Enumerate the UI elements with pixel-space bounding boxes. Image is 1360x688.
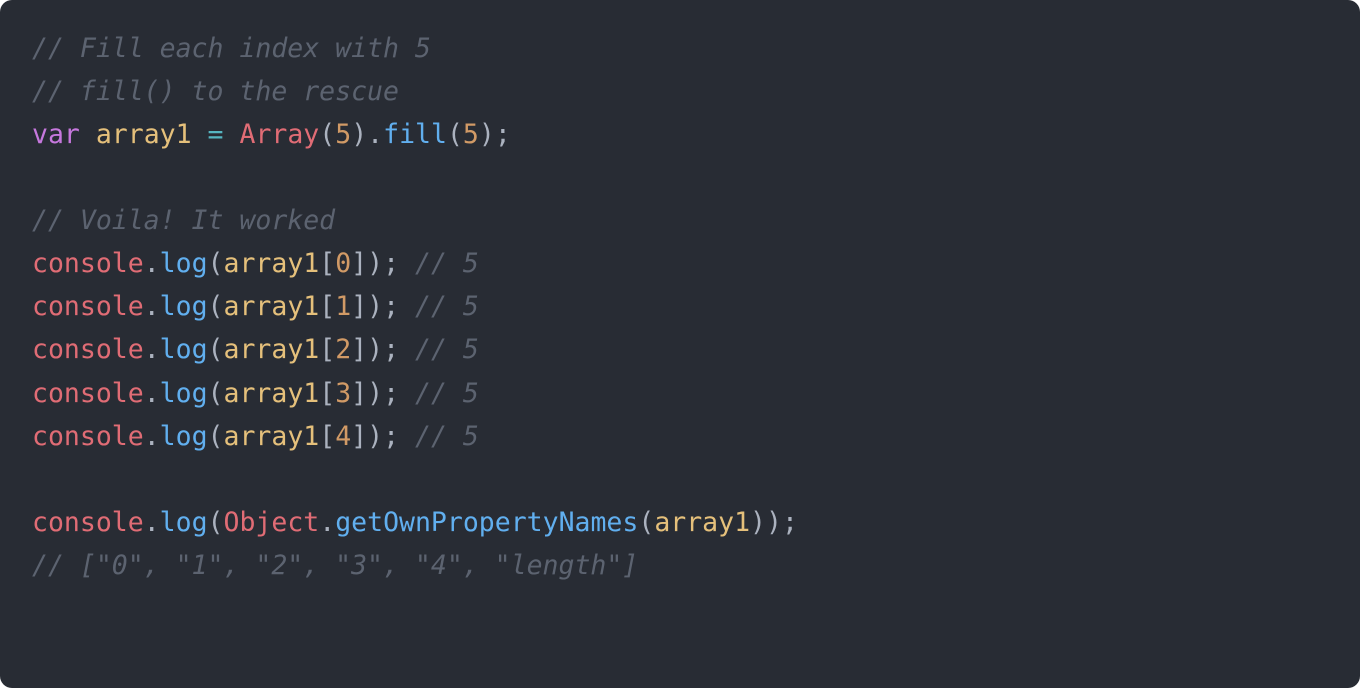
code-token: [ xyxy=(319,248,335,279)
code-token: . xyxy=(144,291,160,322)
code-token: [ xyxy=(319,291,335,322)
code-token: // ["0", "1", "2", "3", "4", "length"] xyxy=(32,550,638,581)
code-token: ( xyxy=(208,421,224,452)
code-token: . xyxy=(144,378,160,409)
code-line: console.log(Object.getOwnPropertyNames(a… xyxy=(32,507,798,538)
code-token: . xyxy=(319,507,335,538)
code-token: array1 xyxy=(224,334,320,365)
code-token: fill xyxy=(383,119,447,150)
code-token: console xyxy=(32,507,144,538)
code-token: )); xyxy=(750,507,798,538)
code-token: [ xyxy=(319,378,335,409)
code-line: console.log(array1[3]); // 5 xyxy=(32,378,479,409)
code-token: array1 xyxy=(224,291,320,322)
code-token: ( xyxy=(208,248,224,279)
code-token: ( xyxy=(208,507,224,538)
code-content: // Fill each index with 5 // fill() to t… xyxy=(32,33,798,581)
code-token: array1 xyxy=(224,378,320,409)
code-token: ( xyxy=(447,119,463,150)
code-token: console xyxy=(32,421,144,452)
code-token: // Fill each index with 5 xyxy=(32,33,431,64)
code-line: console.log(array1[1]); // 5 xyxy=(32,291,479,322)
code-block: // Fill each index with 5 // fill() to t… xyxy=(0,0,1360,688)
code-token: // 5 xyxy=(415,291,479,322)
code-token: = xyxy=(208,119,224,150)
code-token: ( xyxy=(319,119,335,150)
code-token: // 5 xyxy=(415,248,479,279)
code-token: ( xyxy=(208,291,224,322)
code-token: log xyxy=(160,421,208,452)
code-token: . xyxy=(144,248,160,279)
code-token: console xyxy=(32,291,144,322)
code-token: ( xyxy=(208,378,224,409)
code-token: . xyxy=(144,507,160,538)
code-token: [ xyxy=(319,421,335,452)
code-token xyxy=(80,119,96,150)
code-token: . xyxy=(144,421,160,452)
code-token: log xyxy=(160,291,208,322)
code-token: ]); xyxy=(351,248,415,279)
code-token: 3 xyxy=(335,378,351,409)
code-token: log xyxy=(160,334,208,365)
code-token: 1 xyxy=(335,291,351,322)
code-token: // Voila! It worked xyxy=(32,205,335,236)
code-line: // Fill each index with 5 xyxy=(32,33,431,64)
code-line: console.log(array1[2]); // 5 xyxy=(32,334,479,365)
code-token: log xyxy=(160,248,208,279)
code-line: // ["0", "1", "2", "3", "4", "length"] xyxy=(32,550,638,581)
code-token: log xyxy=(160,378,208,409)
code-token: 0 xyxy=(335,248,351,279)
code-token: array1 xyxy=(224,421,320,452)
code-token: var xyxy=(32,119,80,150)
code-token: array1 xyxy=(654,507,750,538)
code-line: var array1 = Array(5).fill(5); xyxy=(32,119,511,150)
code-token: console xyxy=(32,378,144,409)
code-token: 4 xyxy=(335,421,351,452)
code-line: console.log(array1[4]); // 5 xyxy=(32,421,479,452)
code-token: console xyxy=(32,248,144,279)
code-token: 2 xyxy=(335,334,351,365)
code-token: ); xyxy=(479,119,511,150)
code-token: // fill() to the rescue xyxy=(32,76,399,107)
code-token: Array xyxy=(239,119,319,150)
code-token: ( xyxy=(638,507,654,538)
code-token xyxy=(192,119,208,150)
code-token: ( xyxy=(208,334,224,365)
code-token: 5 xyxy=(463,119,479,150)
code-token: array1 xyxy=(96,119,192,150)
code-token: . xyxy=(144,334,160,365)
code-token: // 5 xyxy=(415,421,479,452)
code-token: log xyxy=(160,507,208,538)
code-token: // 5 xyxy=(415,334,479,365)
code-token: ). xyxy=(351,119,383,150)
code-token: 5 xyxy=(335,119,351,150)
code-token: console xyxy=(32,334,144,365)
code-token xyxy=(224,119,240,150)
code-token: array1 xyxy=(224,248,320,279)
code-token: ]); xyxy=(351,421,415,452)
code-line: console.log(array1[0]); // 5 xyxy=(32,248,479,279)
code-token: // 5 xyxy=(415,378,479,409)
code-line: // fill() to the rescue xyxy=(32,76,399,107)
code-token: ]); xyxy=(351,291,415,322)
code-token: ]); xyxy=(351,378,415,409)
code-line: // Voila! It worked xyxy=(32,205,335,236)
code-token: [ xyxy=(319,334,335,365)
code-token: getOwnPropertyNames xyxy=(335,507,638,538)
code-token: ]); xyxy=(351,334,415,365)
code-token: Object xyxy=(224,507,320,538)
